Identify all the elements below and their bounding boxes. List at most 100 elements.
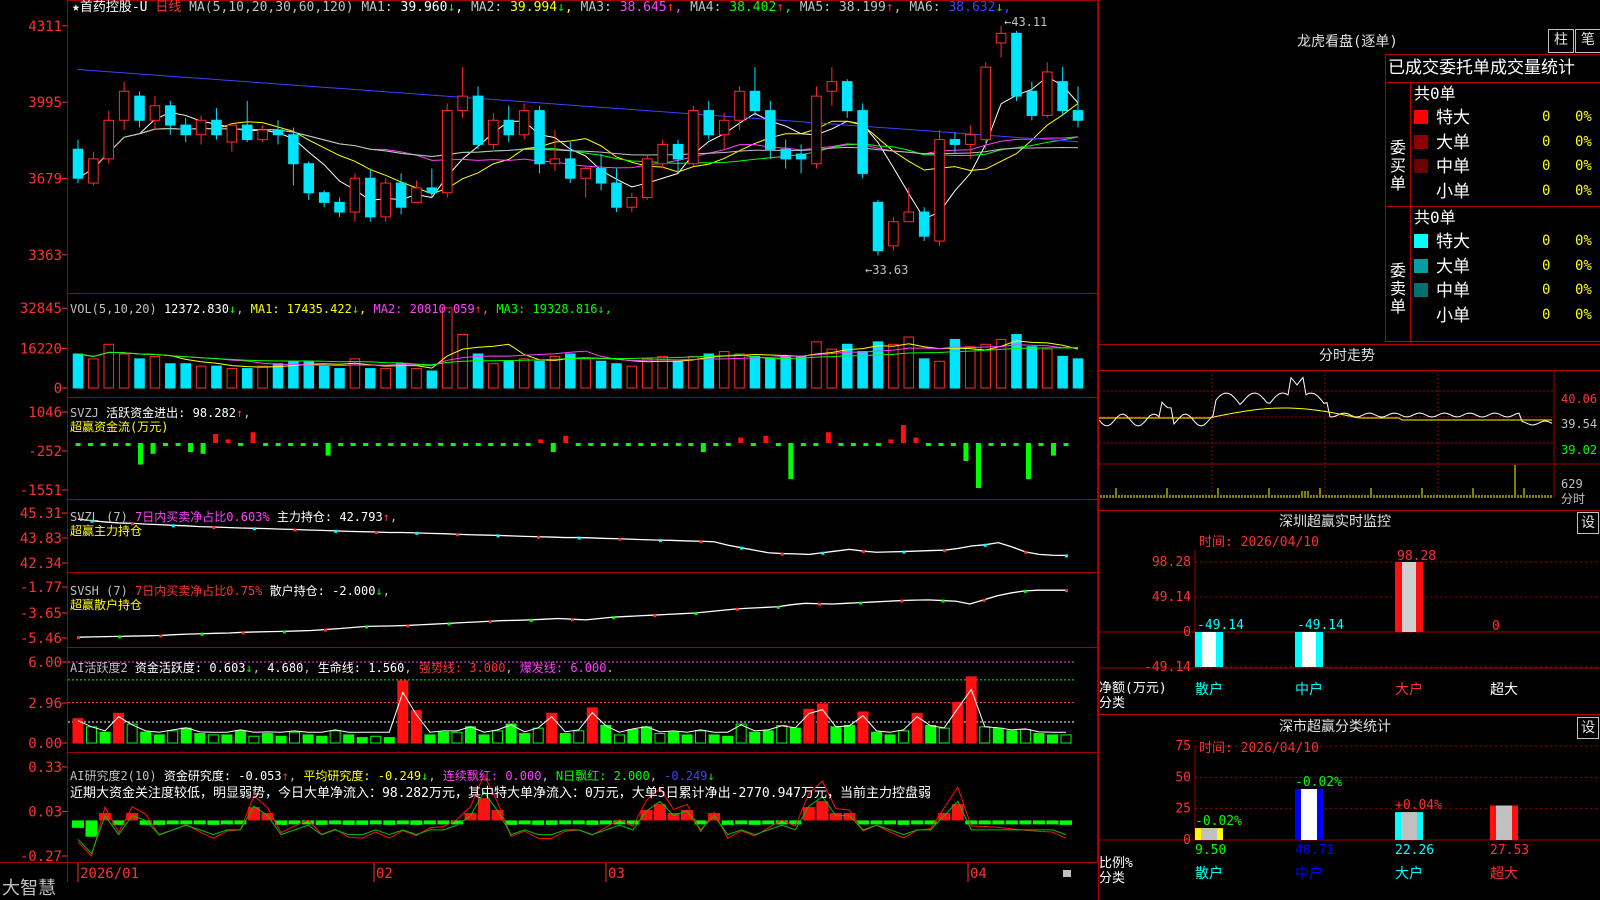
sz-stats-cat-label: 中户 [1295,865,1323,882]
svzj-bar [888,439,894,443]
sz-stats-settings-button[interactable]: 设 [1577,717,1599,739]
vol-arrow: ↓ [228,302,237,316]
svzl-tick: 42.34 [20,556,62,572]
pen-mode-button[interactable]: 笔 [1575,29,1600,53]
svzj-bar [600,443,606,446]
candle-body [718,119,730,136]
sz-stats-value-label: 40.71 [1295,843,1334,858]
chart-canvas[interactable]: 4311 3995 3679 3363 32845 16220 0 1046 -252 -1551… [0,0,1098,882]
ai-research-bar [762,820,775,825]
candle-body [565,158,576,179]
candle-body [595,168,607,184]
ai-active-bar [343,734,355,744]
svzj-bar [1000,443,1006,446]
buy-swatch [1414,134,1428,149]
svsh-dot [694,611,698,615]
candle-body [688,110,699,165]
candle [980,62,991,150]
svzj-tick: 1046 [28,405,62,421]
svsh-subtitle: 超赢散户持仓 [70,598,143,612]
ai-research-bar [478,798,491,821]
burst-line-value: 6.000 [570,661,607,675]
vol-bar [765,358,776,389]
ma-sep: , [1003,0,1012,15]
svzj-bar [238,443,244,446]
ai-active-arrow: ↓ [245,661,253,675]
candle-body [965,134,976,145]
vol-bar [826,348,838,389]
svzj-bar [525,443,531,446]
ai-active-label: AI活跃度2 [70,661,128,675]
svzl-desc: 7日内买卖净占比0.603% [135,510,270,524]
candle-body [72,148,84,179]
sz-monitor-value-label: 98.28 [1397,549,1436,564]
ai-active-bar [857,711,869,744]
svzj-bar [413,443,419,446]
candle-body [303,163,315,194]
vol-bar [226,368,238,389]
svzj-bar [1038,443,1044,446]
svzj-bar [288,443,294,446]
buy-swatch [1414,110,1428,124]
candle-body [657,143,668,165]
sz-stats-cat-label: 大户 [1395,865,1423,882]
vol-bar [103,343,115,389]
sz-monitor-tick: -49.14 [1144,660,1191,675]
ai-research-bar [748,820,761,825]
svsh-dot [447,622,451,626]
svzj-bar [100,443,106,446]
buy-side-label: 委买单 [1390,138,1407,193]
candle [165,100,176,135]
ai-active-bar [234,730,246,744]
candle [857,103,868,179]
svsh-desc: 7日内买卖净占比0.75% [135,584,263,598]
ma6-label: MA6: [901,0,949,15]
ai-research-bar [166,820,179,825]
life-line-label: 生命线: [317,661,362,675]
svzj-bar [713,443,719,446]
ai-active-bar [464,726,476,744]
candle [626,192,638,213]
ai-research-comment: 近期大资金关注度较低，明显弱势，今日大单净流入：98.282万元，其中特大单净流… [70,786,932,801]
candle [749,67,761,116]
svzl-dot [171,524,175,528]
svzj-bar [688,443,694,446]
vol-bar [318,365,330,389]
svsh-dot [200,632,204,636]
vol-bar [611,363,622,389]
sz-stats-cat-label: 超大 [1490,866,1518,882]
candle-body [888,221,899,247]
vol-bar [688,355,699,389]
candle-body [980,66,991,141]
ai-active-bar [329,730,341,744]
period-label[interactable]: 日线 [155,0,181,15]
sz-stats-bar-highlight [1496,805,1512,840]
candle [965,125,976,159]
ai-research-title: 资金研究度: [163,769,232,783]
candle [134,91,145,128]
candle-body [934,139,945,242]
ai-active-bar [424,734,436,744]
candle [1057,67,1068,116]
sz-monitor-settings-button[interactable]: 设 [1577,512,1599,534]
intraday-chart[interactable] [1099,370,1600,510]
price-tick: 4311 [28,19,62,35]
vol-bar [672,360,684,389]
svzj-bar [113,443,119,446]
sell-name: 中单 [1436,281,1470,301]
ma2-arrow: ↓ [557,0,565,15]
sz-monitor-cat-label: 中户 [1295,681,1323,698]
sz-stats-title: 深市超赢分类统计 [1279,719,1391,735]
sell-row: 特大 0 0% [1412,230,1600,252]
candle-body [549,158,561,165]
svzl-dot [496,534,500,538]
stock-name[interactable]: 首药控股-U [80,0,148,15]
svzj-bar [738,437,744,443]
sz-stats-tick: 0 [1183,833,1191,848]
ai-active-bar [613,734,625,744]
svzj-bar [163,443,169,446]
svzj-bar [588,443,594,446]
bar-mode-button[interactable]: 柱 [1548,29,1574,53]
chart-area[interactable]: 4311 3995 3679 3363 32845 16220 0 1046 -252 -1551… [0,0,1098,899]
svzl-dot [212,525,216,529]
